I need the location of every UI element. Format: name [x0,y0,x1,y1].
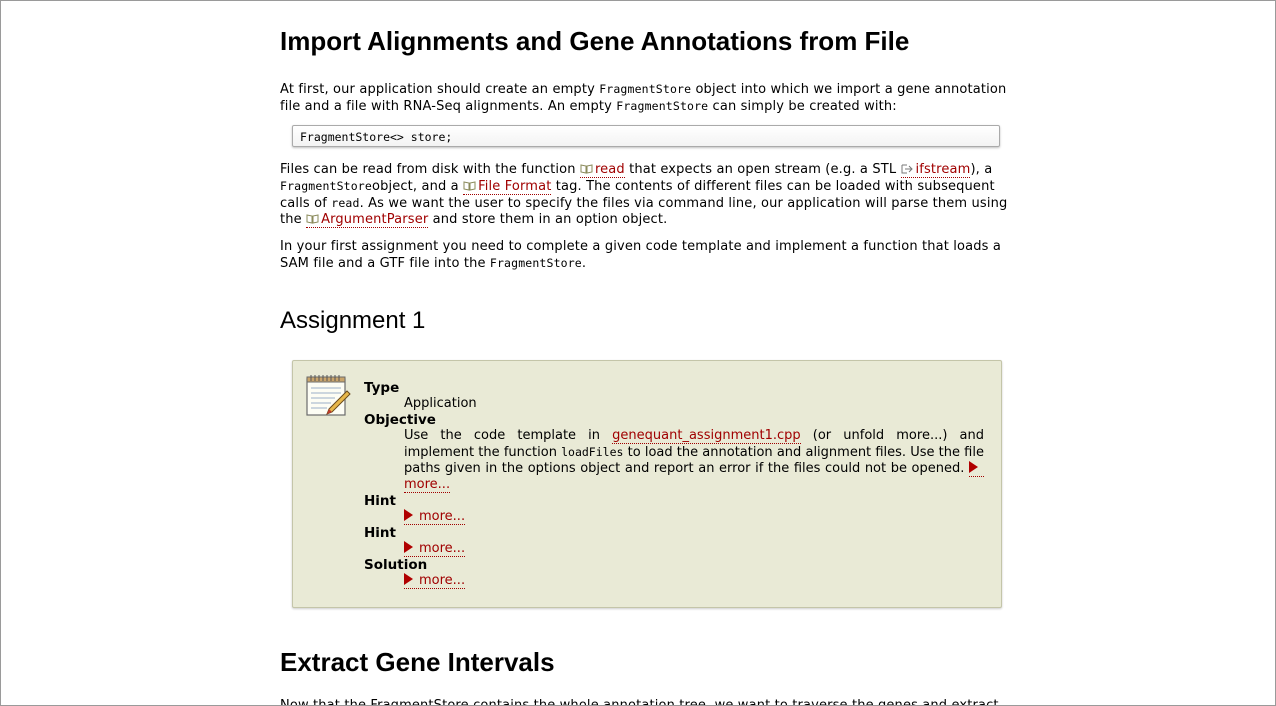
code-fragmentstore: FragmentStore [280,179,372,193]
expand-triangle-icon [404,541,413,553]
book-icon [306,214,319,224]
code-block: FragmentStore<> store; [292,125,1000,147]
paragraph-first-assignment: In your first assignment you need to com… [280,239,1001,271]
hint1-label: Hint [364,493,396,509]
section-title-import: Import Alignments and Gene Annotations f… [280,26,910,56]
code-fragmentstore: FragmentStore [599,82,692,96]
type-value: Application [404,396,477,411]
hint2-label: Hint [364,525,396,541]
expand-triangle-icon [404,573,413,585]
assignment-details: Type Application Objective Use the code … [364,380,984,589]
solution-more-toggle[interactable]: more... [404,573,466,589]
assignment-heading: Assignment 1 [280,307,426,334]
code-read: read [331,196,360,210]
paragraph-extract-partial: Now that the FragmentStore contains the … [280,698,999,706]
code-fragmentstore: FragmentStore [616,99,709,113]
paragraph-intro: At first, our application should create … [280,82,1007,114]
external-link-icon [901,164,913,174]
hint1-more-toggle[interactable]: more... [404,509,466,525]
solution-label: Solution [364,557,428,573]
link-argument-parser[interactable]: ArgumentParser [306,212,429,228]
link-file-format[interactable]: File Format [463,179,552,195]
book-icon [580,164,593,174]
objective-label: Objective [364,412,436,428]
expand-triangle-icon [969,461,978,473]
notepad-icon [306,375,351,416]
paragraph-read-files: Files can be read from disk with the fun… [280,162,1008,228]
code-loadfiles: loadFiles [561,445,624,459]
section-title-extract: Extract Gene Intervals [280,647,555,677]
type-label: Type [364,380,400,396]
link-genequant-assignment1[interactable]: genequant_assignment1.cpp [612,428,801,444]
book-icon [463,181,476,191]
link-read[interactable]: read [579,162,625,178]
hint2-more-toggle[interactable]: more... [404,541,466,557]
code-fragmentstore: FragmentStore [489,256,582,270]
expand-triangle-icon [404,509,413,521]
browser-viewport: Import Alignments and Gene Annotations f… [0,0,1276,706]
link-ifstream[interactable]: ifstream [900,162,971,178]
objective-text: Use the code template in genequant_assig… [404,428,984,493]
assignment-box: Type Application Objective Use the code … [292,360,1002,608]
